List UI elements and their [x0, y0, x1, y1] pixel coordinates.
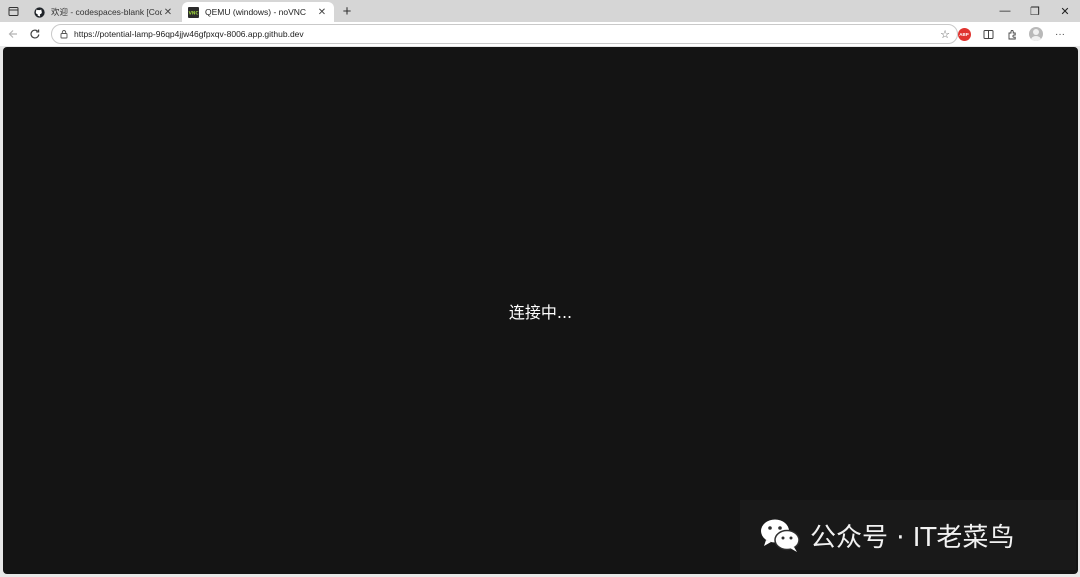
profile-button[interactable]	[1024, 24, 1048, 44]
split-screen-button[interactable]	[976, 24, 1000, 44]
tab-title: QEMU (windows) - noVNC	[205, 7, 307, 17]
tab-qemu-novnc[interactable]: VNC QEMU (windows) - noVNC ✕	[182, 2, 334, 22]
close-tab-icon[interactable]: ✕	[316, 6, 328, 18]
novnc-icon: VNC	[188, 6, 199, 18]
address-bar[interactable]: https://potential-lamp-96qp4jjw46gfpxqv-…	[51, 24, 958, 44]
extensions-icon	[1008, 29, 1016, 39]
split-screen-icon	[983, 29, 993, 39]
favorite-star-icon[interactable]: ☆	[937, 26, 953, 42]
site-info-icon[interactable]	[58, 28, 70, 40]
extensions-button[interactable]	[1000, 24, 1024, 44]
wechat-icon	[761, 519, 800, 552]
tab-actions-icon	[8, 6, 18, 16]
reload-icon	[30, 29, 40, 39]
toolbar-right: ABP ···	[952, 24, 1072, 44]
browser-toolbar: https://potential-lamp-96qp4jjw46gfpxqv-…	[0, 22, 1080, 46]
tab-strip: 欢迎 - codespaces-blank [Codesp ✕ VNC QEMU…	[0, 0, 1080, 22]
back-arrow-icon	[8, 30, 17, 38]
restore-icon[interactable]: ❐	[1020, 0, 1050, 22]
new-tab-button[interactable]: +	[337, 1, 357, 21]
close-window-icon[interactable]: ✕	[1050, 0, 1080, 22]
reload-button[interactable]	[24, 23, 46, 45]
more-menu-button[interactable]: ···	[1048, 24, 1072, 44]
adblock-icon: ABP	[957, 27, 971, 41]
watermark-text: 公众号 · IT老菜鸟	[810, 522, 1015, 553]
close-tab-icon[interactable]: ✕	[162, 6, 174, 18]
svg-text:VNC: VNC	[189, 10, 199, 15]
tab-codespaces[interactable]: 欢迎 - codespaces-blank [Codesp ✕	[28, 2, 180, 22]
url-text[interactable]: https://potential-lamp-96qp4jjw46gfpxqv-…	[74, 29, 937, 39]
tab-title: 欢迎 - codespaces-blank [Codesp	[51, 7, 162, 17]
back-button[interactable]	[2, 23, 24, 45]
watermark: 公众号 · IT老菜鸟	[740, 500, 1076, 570]
github-icon	[34, 6, 45, 18]
connection-status: 连接中...	[508, 303, 573, 322]
tab-actions-button[interactable]	[0, 0, 26, 22]
novnc-viewport[interactable]: 连接中...	[3, 47, 1078, 574]
minimize-icon[interactable]: —	[990, 0, 1020, 22]
window-controls: — ❐ ✕	[990, 0, 1080, 22]
profile-avatar-icon	[1029, 27, 1043, 41]
adblock-button[interactable]: ABP	[952, 24, 976, 44]
